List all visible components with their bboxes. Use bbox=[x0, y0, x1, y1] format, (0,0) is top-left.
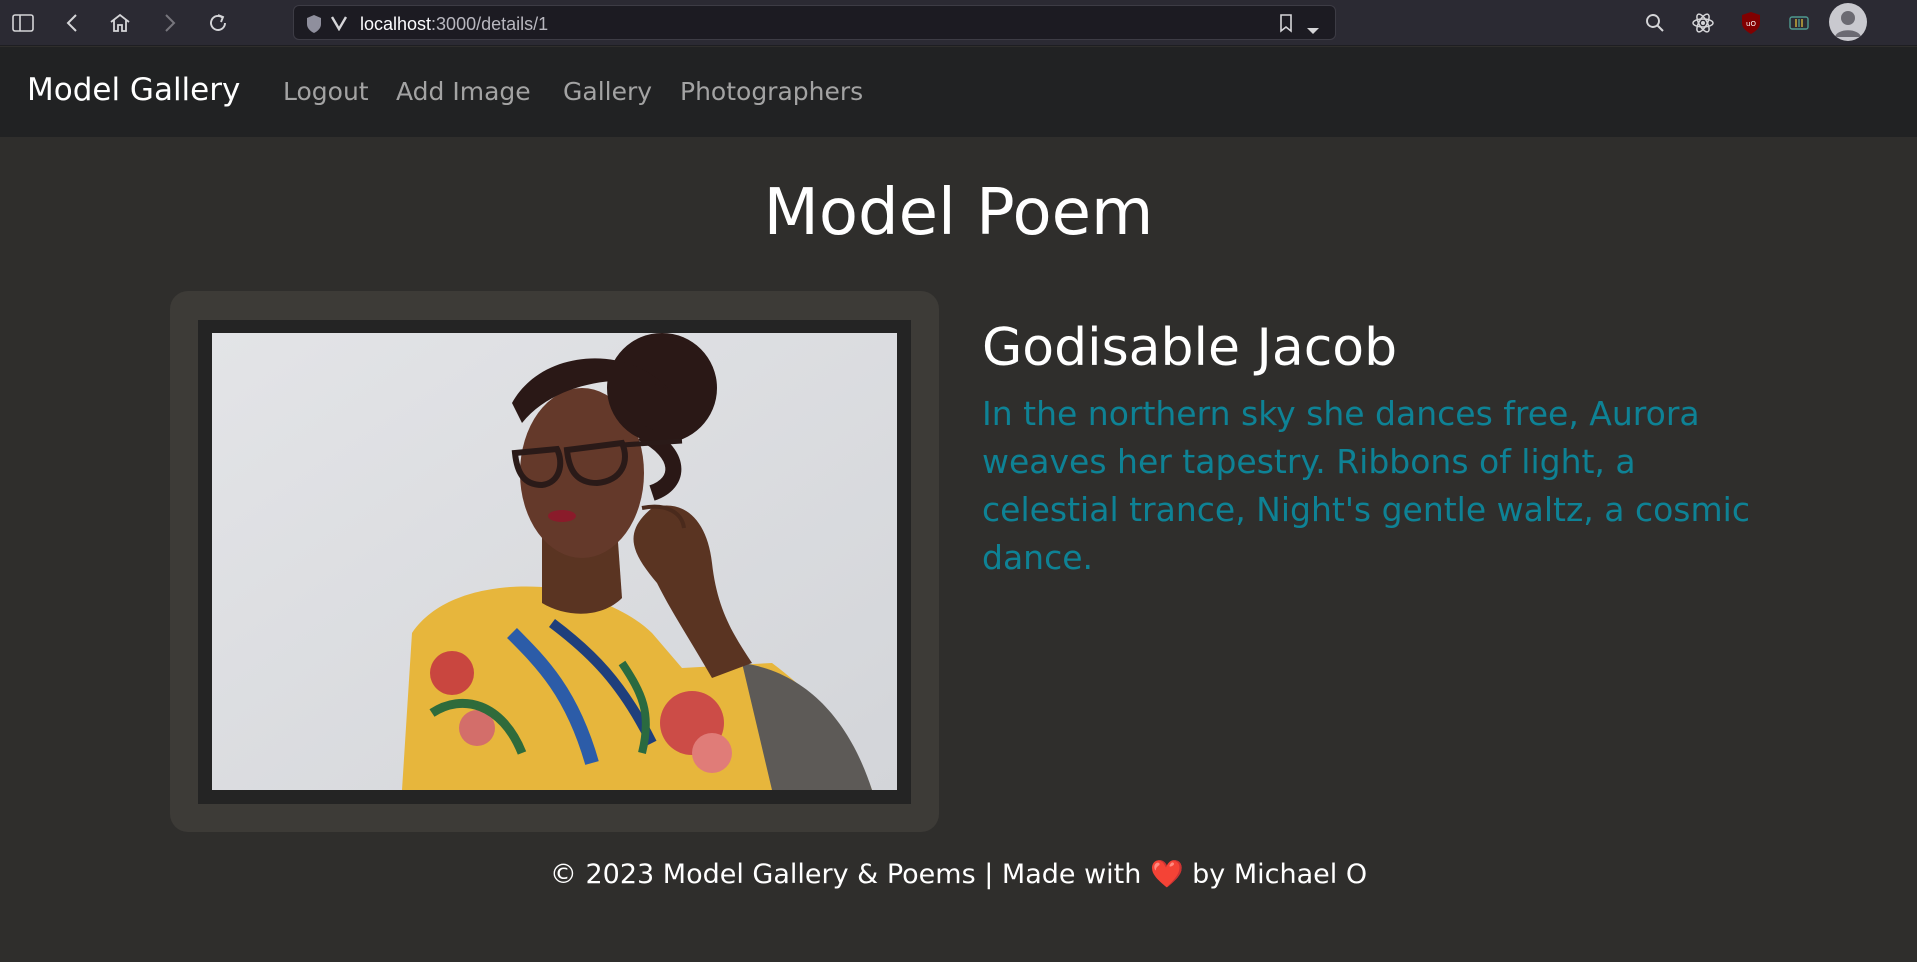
dropdown-icon[interactable] bbox=[1306, 20, 1320, 39]
image-card bbox=[170, 291, 939, 832]
forward-icon[interactable] bbox=[155, 8, 185, 38]
model-name: Godisable Jacob bbox=[982, 318, 1398, 378]
extension-icon[interactable] bbox=[1784, 8, 1814, 38]
url-path: :3000/details/1 bbox=[431, 14, 549, 34]
page-title: Model Poem bbox=[763, 176, 1154, 250]
back-icon[interactable] bbox=[57, 8, 87, 38]
home-icon[interactable] bbox=[105, 8, 135, 38]
site-navbar: Model Gallery Logout Add Image Gallery P… bbox=[0, 47, 1917, 137]
ublock-icon[interactable]: uO bbox=[1736, 8, 1766, 38]
nav-link-photographers[interactable]: Photographers bbox=[680, 77, 863, 106]
shield-icon[interactable] bbox=[305, 14, 323, 38]
sidebar-icon[interactable] bbox=[8, 8, 38, 38]
url-text[interactable]: localhost:3000/details/1 bbox=[360, 14, 548, 35]
profile-avatar[interactable] bbox=[1829, 3, 1867, 41]
model-photo bbox=[212, 333, 897, 790]
url-host: localhost bbox=[360, 14, 432, 34]
heart-icon: ❤️ bbox=[1149, 859, 1184, 890]
poem-text: In the northern sky she dances free, Aur… bbox=[982, 394, 1750, 577]
svg-text:uO: uO bbox=[1746, 20, 1756, 28]
address-bar[interactable]: localhost:3000/details/1 bbox=[293, 5, 1336, 40]
react-icon[interactable] bbox=[1688, 8, 1718, 38]
bookmark-icon[interactable] bbox=[1279, 14, 1293, 37]
brand-logo-link[interactable]: Model Gallery bbox=[27, 72, 240, 108]
footer-text-end: by Michael O bbox=[1183, 859, 1368, 890]
footer-text-start: © 2023 Model Gallery & Poems | Made with bbox=[549, 859, 1150, 890]
vivaldi-icon[interactable] bbox=[330, 15, 348, 35]
footer: © 2023 Model Gallery & Poems | Made with… bbox=[0, 858, 1917, 890]
search-icon[interactable] bbox=[1640, 8, 1670, 38]
nav-link-gallery[interactable]: Gallery bbox=[563, 77, 652, 106]
nav-link-logout[interactable]: Logout bbox=[283, 77, 369, 106]
reload-icon[interactable] bbox=[203, 8, 233, 38]
nav-link-add-image[interactable]: Add Image bbox=[396, 77, 531, 106]
image-frame bbox=[198, 320, 911, 804]
browser-toolbar: localhost:3000/details/1 uO bbox=[0, 0, 1917, 46]
